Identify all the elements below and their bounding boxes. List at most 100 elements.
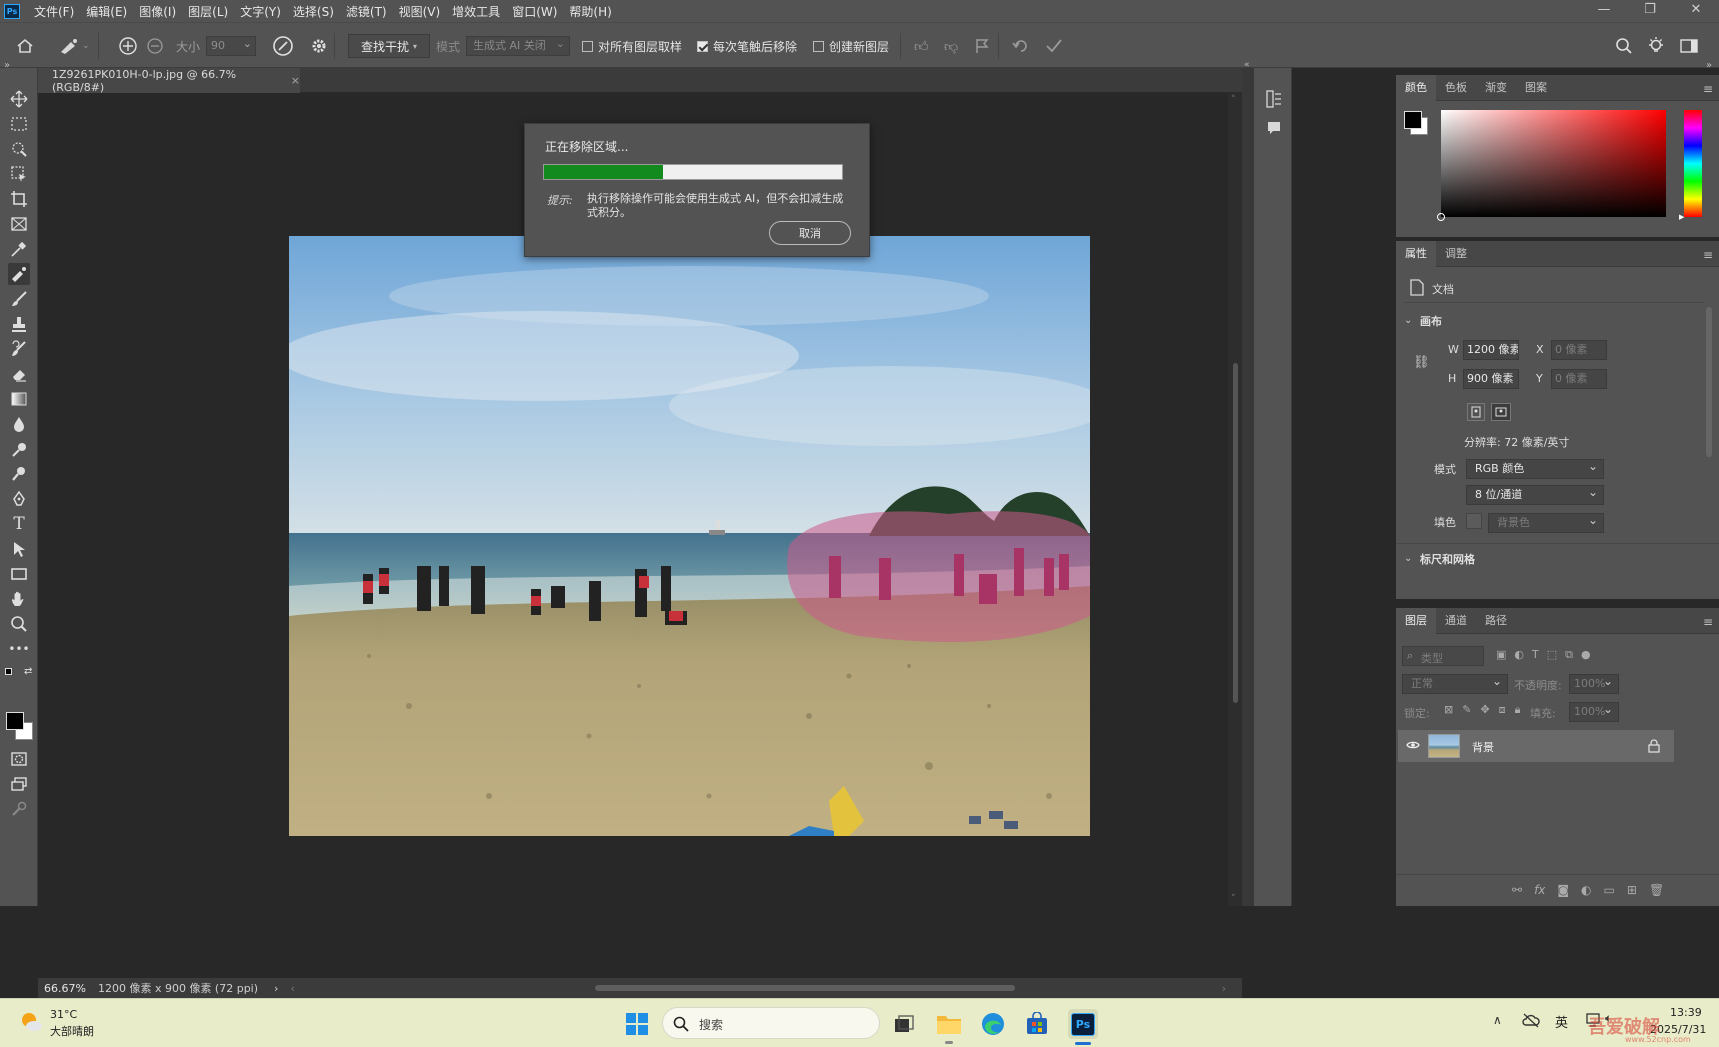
network-icon[interactable] [1522,1012,1540,1031]
zoom-tool[interactable] [8,613,30,635]
tab-paths[interactable]: 路径 [1476,608,1516,634]
show-hidden-icons[interactable]: ∧ [1493,1013,1502,1027]
rulers-collapse-icon[interactable]: ⌄ [1404,553,1412,564]
new-layer-checkbox[interactable]: 创建新图层 [813,23,889,69]
crop-tool[interactable] [8,188,30,210]
remove-tool[interactable] [8,263,30,285]
canvas-collapse-icon[interactable]: ⌄ [1404,315,1412,326]
tab-color[interactable]: 颜色 [1396,74,1436,101]
menu-plugins[interactable]: 增效工具 [452,3,500,20]
history-panel-button[interactable] [1266,90,1282,111]
menu-edit[interactable]: 编辑(E) [86,3,127,20]
menu-type[interactable]: 文字(Y) [240,3,281,20]
panel-menu-icon[interactable]: ≡ [1703,615,1713,629]
close-button[interactable]: ✕ [1673,0,1719,22]
fill-opacity-field[interactable]: 100% [1569,700,1619,722]
edge-button[interactable] [980,1011,1006,1037]
clock-time[interactable]: 13:39 [1670,1006,1702,1019]
close-tab-icon[interactable]: × [291,74,300,87]
ime-indicator[interactable]: 英 [1555,1012,1568,1031]
layer-row[interactable]: 背景 [1398,730,1674,762]
tab-swatches[interactable]: 色板 [1436,75,1476,101]
commit-button[interactable] [1045,23,1063,69]
bit-depth-dropdown[interactable]: 8 位/通道 [1466,483,1604,505]
link-layers-icon[interactable]: ⚯ [1512,883,1522,897]
taskbar-search[interactable]: 搜索 [662,1007,880,1039]
menu-image[interactable]: 图像(I) [139,3,176,20]
path-selection-tool[interactable] [8,538,30,560]
home-button[interactable] [16,23,34,69]
marquee-tool[interactable] [8,113,30,135]
vertical-scrollbar[interactable]: ˄ ˅ [1228,93,1242,906]
menu-layer[interactable]: 图层(L) [188,3,228,20]
remove-after-stroke-checkbox[interactable]: 每次笔触后移除 [697,23,797,69]
magnify-dodge-tool[interactable] [8,463,30,485]
eyedropper-tool[interactable] [8,238,30,260]
canvas-section-title[interactable]: 画布 [1420,313,1442,329]
dodge-tool[interactable] [8,438,30,460]
file-explorer-button[interactable] [936,1011,962,1037]
collapse-toolbar-icon[interactable]: » [4,60,10,71]
default-colors-button[interactable] [5,668,15,678]
eraser-tool[interactable] [8,363,30,385]
checkbox-sample-all[interactable] [582,40,593,52]
lock-pixels-icon[interactable]: ✎ [1462,703,1471,717]
link-icon[interactable]: ⛓ [1413,355,1430,370]
photoshop-taskbar-button[interactable]: Ps [1068,1009,1098,1039]
undo-button[interactable] [1012,23,1030,69]
scroll-up-icon[interactable]: ˄ [1231,95,1236,105]
minimize-button[interactable]: — [1581,0,1627,22]
checkbox-remove-after[interactable] [697,40,708,52]
type-filter-icon[interactable]: T [1532,648,1539,662]
type-tool[interactable]: T [8,513,30,535]
history-brush-tool[interactable] [8,338,30,360]
object-selection-tool[interactable] [8,138,30,160]
mode-dropdown[interactable]: 生成式 AI 关闭 ⌄ [466,36,570,56]
hand-tool[interactable] [8,588,30,610]
screen-mode-button[interactable] [8,773,30,795]
lock-position-icon[interactable]: ✥ [1480,703,1489,717]
foreground-color-swatch[interactable] [6,712,24,730]
search-button[interactable] [1615,23,1633,69]
scroll-down-icon[interactable]: ˅ [1231,894,1236,904]
blur-tool[interactable] [8,413,30,435]
gradient-tool[interactable] [8,388,30,410]
start-button[interactable] [625,1012,649,1036]
frame-tool[interactable] [8,213,30,235]
new-group-icon[interactable]: ▭ [1604,883,1615,897]
expand-panels-icon[interactable]: » [1706,60,1712,71]
blend-mode-dropdown[interactable]: 正常 [1402,672,1508,694]
panel-foreground-swatch[interactable] [1404,111,1422,129]
workspace-button[interactable] [1680,23,1698,69]
tab-adjustments[interactable]: 调整 [1436,241,1476,267]
smart-object-filter-icon[interactable]: ⧉ [1565,648,1573,662]
panel-menu-icon[interactable]: ≡ [1703,248,1713,262]
delete-layer-icon[interactable]: 🗑︎ [1649,883,1664,897]
lock-all-icon[interactable]: 🔒︎ [1515,703,1521,717]
flag-button[interactable] [975,23,989,69]
tab-channels[interactable]: 通道 [1436,608,1476,634]
layer-filter-dropdown[interactable]: ⌕ 类型 [1402,646,1484,666]
checkbox-new-layer[interactable] [813,40,824,52]
shape-filter-icon[interactable]: ⬚ [1547,648,1557,662]
rectangle-tool[interactable] [8,563,30,585]
maximize-button[interactable]: ❐ [1627,0,1673,22]
fill-swatch[interactable] [1466,513,1482,529]
tab-properties[interactable]: 属性 [1396,240,1436,267]
tab-patterns[interactable]: 图案 [1516,75,1556,101]
store-button[interactable] [1024,1011,1050,1037]
adjustment-layer-icon[interactable]: ◐ [1581,883,1591,897]
menu-file[interactable]: 文件(F) [34,3,74,20]
x-field[interactable]: 0 像素 [1551,340,1607,360]
document-tab[interactable]: 1Z9261PK010H-0-lp.jpg @ 66.7%(RGB/8#) × [38,68,300,94]
lock-transparency-icon[interactable]: ⊠ [1444,703,1453,717]
move-tool[interactable] [8,88,30,110]
weather-temp[interactable]: 31°C [50,1008,77,1021]
more-tools[interactable]: ••• [8,638,30,660]
menu-filter[interactable]: 滤镜(T) [346,3,387,20]
remove-tool-preset[interactable]: ⌄ [58,23,90,69]
vertical-scroll-thumb[interactable] [1233,363,1238,703]
menu-window[interactable]: 窗口(W) [512,3,557,20]
cancel-button[interactable]: 取消 [769,221,851,245]
layer-name[interactable]: 背景 [1472,739,1494,755]
